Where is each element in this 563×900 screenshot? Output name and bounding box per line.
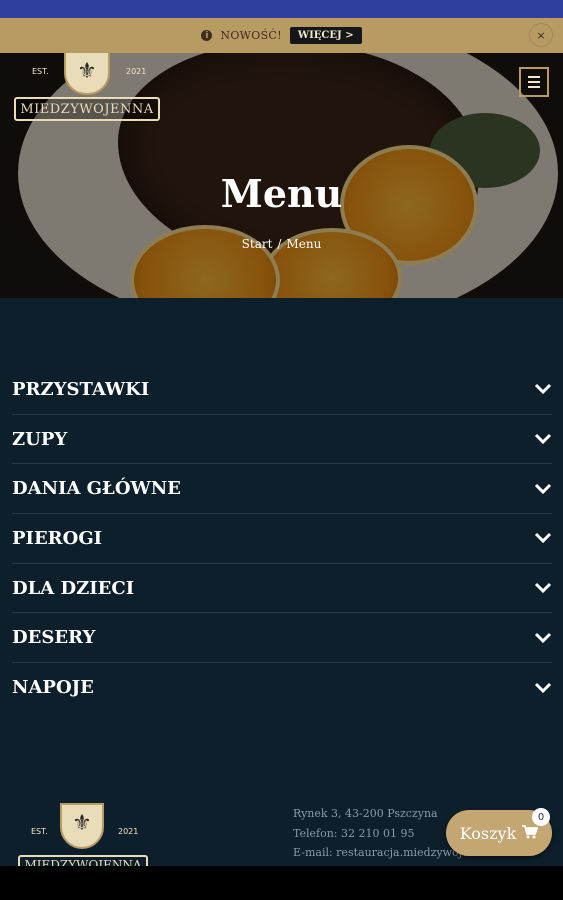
logo-wordmark: MIEDZYWOJENNA [14,97,160,121]
menu-section: PRZYSTAWKI ZUPY DANIA GŁÓWNE PIEROGI DLA… [0,298,563,875]
footer-email[interactable]: E-mail: restauracja.miedzywoje [293,843,469,863]
system-nav-bar [0,866,563,900]
menu-accordion: PRZYSTAWKI ZUPY DANIA GŁÓWNE PIEROGI DLA… [12,365,552,713]
chevron-down-icon [534,529,552,547]
accordion-label: ZUPY [12,428,68,450]
logo-year: 2021 [126,67,147,76]
accordion-item-zupy[interactable]: ZUPY [12,415,552,465]
chevron-down-icon [534,579,552,597]
breadcrumb-separator: / [277,237,282,251]
status-bar [0,0,563,18]
footer-logo[interactable]: EST. 2021 MIEDZYWOJENNA [18,803,158,875]
more-button[interactable]: WIĘCEJ > [289,27,362,44]
accordion-item-napoje[interactable]: NAPOJE [12,663,552,713]
hero-banner: EST. 2021 MIEDZYWOJENNA Menu Start / Menu [0,53,563,298]
notice-bar: i NOWOŚĆ! WIĘCEJ > × [0,18,563,53]
chevron-down-icon [534,679,552,697]
chevron-down-icon [534,430,552,448]
page-title: Menu [220,171,343,216]
footer-phone[interactable]: Telefon: 32 210 01 95 [293,824,469,844]
accordion-label: PIEROGI [12,527,103,549]
breadcrumb-home-link[interactable]: Start [242,237,273,251]
close-notice-button[interactable]: × [529,23,553,47]
breadcrumb: Start / Menu [0,237,563,251]
accordion-item-pierogi[interactable]: PIEROGI [12,514,552,564]
accordion-label: DESERY [12,627,96,649]
accordion-item-dania-glowne[interactable]: DANIA GŁÓWNE [12,464,552,515]
info-icon: i [201,30,213,41]
accordion-item-przystawki[interactable]: PRZYSTAWKI [12,365,552,415]
accordion-label: DLA DZIECI [12,577,135,599]
footer-logo-est: EST. [31,827,48,836]
cart-icon [522,824,539,843]
logo-shield-icon [64,53,110,95]
footer-logo-year: 2021 [118,827,139,836]
chevron-down-icon [534,629,552,647]
footer-address: Rynek 3, 43-200 Pszczyna [293,807,438,820]
cart-label: Koszyk [459,823,517,843]
hamburger-icon[interactable] [519,67,549,97]
site-logo[interactable]: EST. 2021 MIEDZYWOJENNA [12,53,162,128]
accordion-item-dla-dzieci[interactable]: DLA DZIECI [12,564,552,614]
cart-button[interactable]: Koszyk 0 [446,808,552,856]
footer-contact: Rynek 3, 43-200 Pszczyna Telefon: 32 210… [293,804,469,863]
logo-est: EST. [32,67,49,76]
cart-count-badge: 0 [532,808,550,826]
accordion-label: PRZYSTAWKI [12,378,150,400]
breadcrumb-current: Menu [286,237,322,251]
notice-text: NOWOŚĆ! [220,29,282,42]
chevron-down-icon [534,480,552,498]
accordion-label: DANIA GŁÓWNE [12,478,181,500]
accordion-item-desery[interactable]: DESERY [12,613,552,664]
chevron-down-icon [534,380,552,398]
accordion-label: NAPOJE [12,677,94,699]
footer-logo-shield-icon [60,803,104,849]
